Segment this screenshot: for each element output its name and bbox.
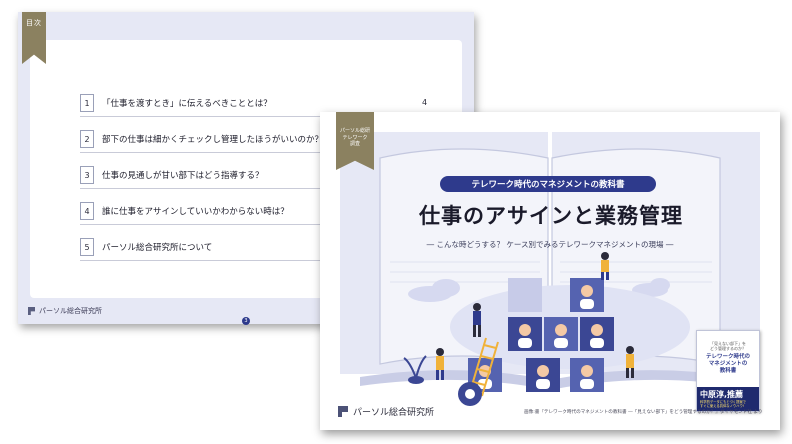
book-band-text: 科学的データにもとづく提案で すぐに使える具体なノウハウ! [700,400,746,408]
book-band: 中原淳,推薦 科学的データにもとづく提案で すぐに使える具体なノウハウ! [697,387,759,411]
toc-item[interactable]: 2 部下の仕事は細かくチェックし管理したほうがいいのか？ [80,128,323,150]
book-title: テレワーク時代の マネジメントの 教科書 [705,354,750,374]
toc-item[interactable]: 5 パーソル総合研究所について [80,236,212,258]
toc-item-number: 3 [80,166,94,184]
toc-item[interactable]: 4 誰に仕事をアサインしていいかわからない時は？ [80,200,289,222]
cover-title: 仕事のアサインと業務管理 [419,204,683,228]
book-small-text: 「見えない部下」を どう管理するのか？ [710,341,746,351]
toc-item-text: 誰に仕事をアサインしていいかわからない時は？ [102,207,289,217]
persol-logo-icon [28,307,35,315]
toc-item-text: 「仕事を渡すとき」に伝えるべきこととは？ [102,99,272,109]
toc-item-number: 5 [80,238,94,256]
toc-item[interactable]: 1 「仕事を渡すとき」に伝えるべきこととは？ [80,92,272,114]
persol-logo-icon [338,406,348,417]
book-cover-thumbnail: 「見えない部下」を どう管理するのか？ テレワーク時代の マネジメントの 教科書… [696,330,760,412]
toc-logo-text: パーソル総合研究所 [39,307,102,315]
toc-item-number: 4 [80,202,94,220]
toc-item-page: 4 [422,98,428,107]
toc-item-text: 部下の仕事は細かくチェックし管理したほうがいいのか？ [102,135,324,145]
toc-item-number: 1 [80,94,94,112]
series-title-pill: テレワーク時代のマネジメントの教科書 [440,176,656,192]
toc-company-logo: パーソル総合研究所 [28,306,102,316]
image-credit: 画像:書『テレワーク時代のマネジメントの教科書 ―「見えない部下」をどう管理する… [524,410,763,415]
book-author: 中原淳,推薦 [700,390,744,399]
toc-ribbon-label: 目次 [26,19,42,27]
cover-page: パーソル総研 テレワーク 調査 テレワーク時代のマネジメントの教科書 仕事のアサ… [320,112,780,430]
toc-item-text: パーソル総合研究所について [102,243,213,253]
cover-company-logo: パーソル総合研究所 [338,405,434,418]
toc-item[interactable]: 3 仕事の見通しが甘い部下はどう指導する？ [80,164,264,186]
cover-ribbon-label: パーソル総研 テレワーク 調査 [339,128,370,147]
cover-logo-text: パーソル総合研究所 [353,408,435,418]
toc-page-number: 3 [242,317,250,325]
toc-item-number: 2 [80,130,94,148]
toc-item-text: 仕事の見通しが甘い部下はどう指導する？ [102,171,264,181]
cover-subtitle: ― こんな時どうする？ ケース別でみるテレワークマネジメントの現場 ― [426,240,674,249]
